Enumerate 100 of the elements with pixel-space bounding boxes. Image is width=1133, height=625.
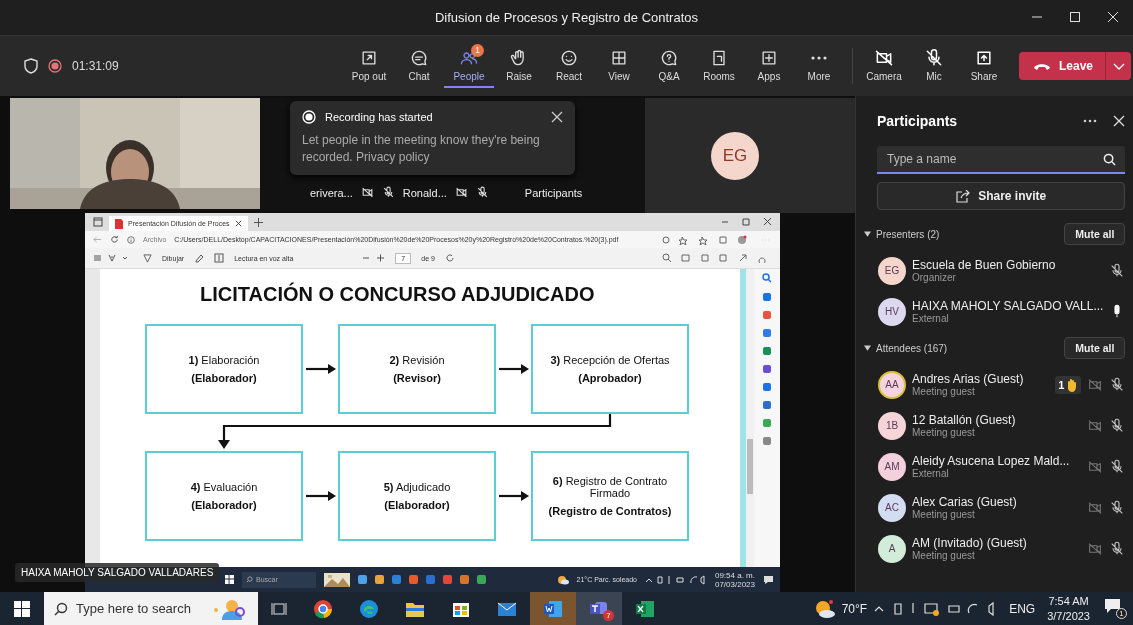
- edge-icon[interactable]: [359, 598, 379, 619]
- raised-hand-badge: 1: [1055, 375, 1082, 394]
- taskbar-button[interactable]: [530, 592, 576, 625]
- search-field[interactable]: Type here to search: [44, 592, 258, 625]
- leave-button[interactable]: Leave: [1019, 52, 1106, 80]
- task-view-icon[interactable]: [271, 600, 287, 617]
- device-button[interactable]: Camera: [859, 44, 909, 88]
- question-bubble-icon: [659, 48, 679, 68]
- sidebar-app-icon[interactable]: [763, 347, 771, 355]
- avatar: AA: [878, 370, 906, 399]
- process-step: 4) Evaluación (Elaborador): [145, 451, 303, 541]
- sidebar-app-icon[interactable]: [763, 401, 771, 409]
- meeting-tool-button[interactable]: Q&A: [644, 44, 694, 88]
- share-invite-button[interactable]: Share invite: [877, 182, 1126, 210]
- participant-name: erivera...: [310, 186, 353, 199]
- mute-all-button[interactable]: Mute all: [1064, 223, 1126, 245]
- avatar: AM: [878, 452, 906, 481]
- close-icon[interactable]: [234, 220, 242, 227]
- clock-time: 09:54 a. m.: [714, 570, 755, 580]
- tray-icons[interactable]: [644, 574, 707, 585]
- windows-icon[interactable]: [14, 600, 30, 617]
- eraser-icon[interactable]: [194, 253, 205, 263]
- mute-all-button[interactable]: Mute all: [1064, 337, 1126, 359]
- participant-role: Organizer: [912, 272, 957, 283]
- excel-icon[interactable]: [635, 599, 655, 618]
- phone-icon: [1033, 61, 1051, 71]
- avatar: AC: [878, 493, 906, 522]
- process-step: 6) Registro de Contrato Firmado (Registro de Contratos): [531, 451, 689, 541]
- panel-title: Participants: [877, 113, 959, 129]
- leave-options-button[interactable]: [1105, 52, 1132, 80]
- search-field[interactable]: Type a name: [877, 146, 1126, 174]
- avatar: HV: [878, 297, 906, 326]
- meeting-tool-button[interactable]: People 1: [444, 44, 494, 88]
- sidebar-app-icon[interactable]: [763, 365, 771, 373]
- new-tab-icon[interactable]: [253, 217, 263, 227]
- caret-icon: [864, 231, 871, 237]
- participant-name: Alex Carias (Guest): [912, 495, 1018, 509]
- meeting-timer: 01:31:09: [72, 59, 119, 73]
- participants-label[interactable]: Participants: [524, 186, 583, 199]
- device-button[interactable]: Share: [959, 44, 1009, 88]
- avatar: A: [878, 534, 906, 563]
- recording-icon: [302, 110, 316, 124]
- arrow: [496, 361, 531, 377]
- chrome-icon[interactable]: [313, 598, 333, 619]
- notification-icon[interactable]: [763, 574, 774, 585]
- section-toggle[interactable]: Attendees (167): [864, 342, 948, 354]
- taskbar-button[interactable]: 7: [576, 592, 622, 625]
- meeting-tool-button[interactable]: React: [544, 44, 594, 88]
- sidebar-app-icon[interactable]: [763, 293, 771, 301]
- meeting-tool-button[interactable]: View: [594, 44, 644, 88]
- section-toggle[interactable]: Presenters (2): [864, 228, 940, 240]
- participant-name: Aleidy Asucena Lopez Mald...: [912, 454, 1071, 468]
- search-icon: [1103, 153, 1117, 166]
- sidebar-app-icon[interactable]: [763, 329, 771, 337]
- process-step: 1) Elaboración (Elaborador): [145, 324, 303, 414]
- avatar: 1B: [878, 411, 906, 440]
- weather-icon[interactable]: [813, 598, 836, 619]
- meeting-tool-button[interactable]: More: [794, 44, 844, 88]
- pen-icon[interactable]: [143, 253, 152, 263]
- participant-role: Meeting guest: [912, 386, 976, 397]
- sidebar-app-icon[interactable]: [763, 311, 771, 319]
- share-icon: [956, 189, 971, 203]
- search-icon[interactable]: [762, 273, 772, 283]
- reload-icon[interactable]: [110, 235, 119, 244]
- participant-role: Meeting guest: [912, 427, 976, 438]
- window-controls-icon[interactable]: [722, 218, 772, 226]
- device-button[interactable]: Mic: [909, 44, 959, 88]
- clock-date[interactable]: 3/7/2023: [1047, 608, 1090, 624]
- toast-message: Let people in the meeting know they're being recorded. Privacy policy: [302, 132, 541, 166]
- scrollbar[interactable]: [746, 269, 754, 567]
- clock-date: 07/03/2023: [714, 579, 755, 589]
- clock-time[interactable]: 7:54 AM: [1048, 593, 1089, 609]
- smiley-icon: [559, 48, 579, 68]
- meeting-tool-button[interactable]: Pop out: [344, 44, 394, 88]
- sidebar-app-icon[interactable]: [763, 437, 771, 445]
- text-icon[interactable]: [214, 253, 225, 263]
- tab-actions-icon[interactable]: [93, 217, 103, 227]
- participant-role: External: [912, 313, 950, 324]
- zoom-controls-icon[interactable]: [363, 254, 386, 262]
- language-indicator[interactable]: ENG: [1009, 601, 1036, 616]
- info-icon: [127, 235, 135, 244]
- participant-name: Escuela de Buen Gobierno: [912, 258, 1057, 272]
- process-step: 5) Adjudicado (Elaborador): [338, 451, 496, 541]
- process-step: 2) Revisión (Revisor): [338, 324, 496, 414]
- participant-name: HAIXA MAHOLY SALGADO VALL...: [912, 299, 1104, 313]
- participant-role: Meeting guest: [912, 509, 976, 520]
- more-options-icon[interactable]: [1083, 119, 1098, 123]
- meeting-tool-button[interactable]: Apps: [744, 44, 794, 88]
- rotate-icon[interactable]: [444, 253, 455, 263]
- notification-badge: 1: [471, 44, 484, 57]
- pdf-icon: [115, 218, 123, 229]
- participant-name: Andres Arias (Guest): [912, 372, 1025, 386]
- sidebar-app-icon[interactable]: [763, 383, 771, 391]
- temperature[interactable]: 70°F: [841, 601, 868, 616]
- meeting-tool-button[interactable]: Raise: [494, 44, 544, 88]
- meeting-tool-button[interactable]: Rooms: [694, 44, 744, 88]
- meeting-tool-button[interactable]: Chat: [394, 44, 444, 88]
- mail-icon[interactable]: [497, 600, 517, 617]
- maximize-icon[interactable]: [1069, 11, 1081, 23]
- avatar: EG: [878, 256, 906, 285]
